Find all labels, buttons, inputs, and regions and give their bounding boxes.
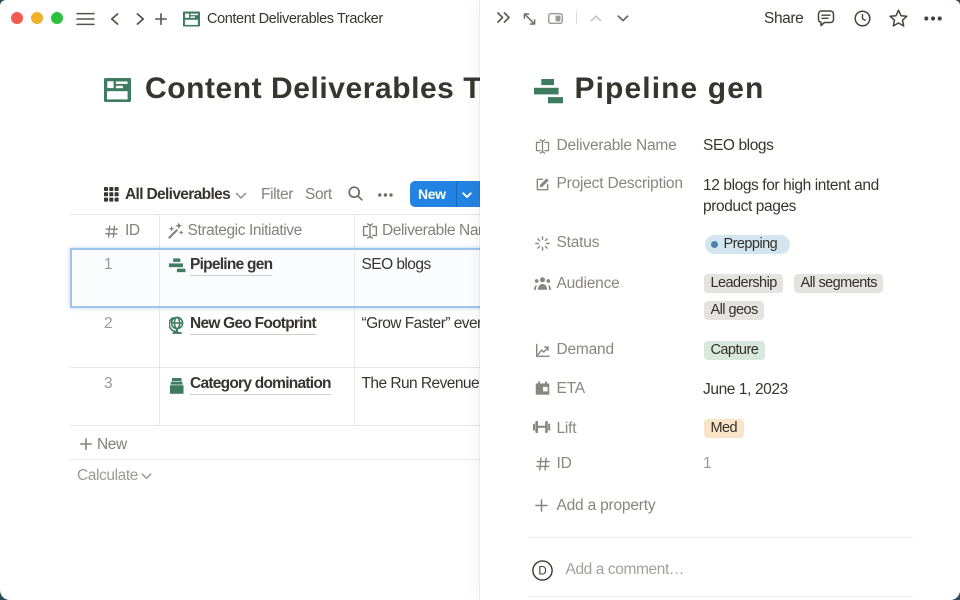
svg-text:D: D bbox=[538, 565, 546, 577]
